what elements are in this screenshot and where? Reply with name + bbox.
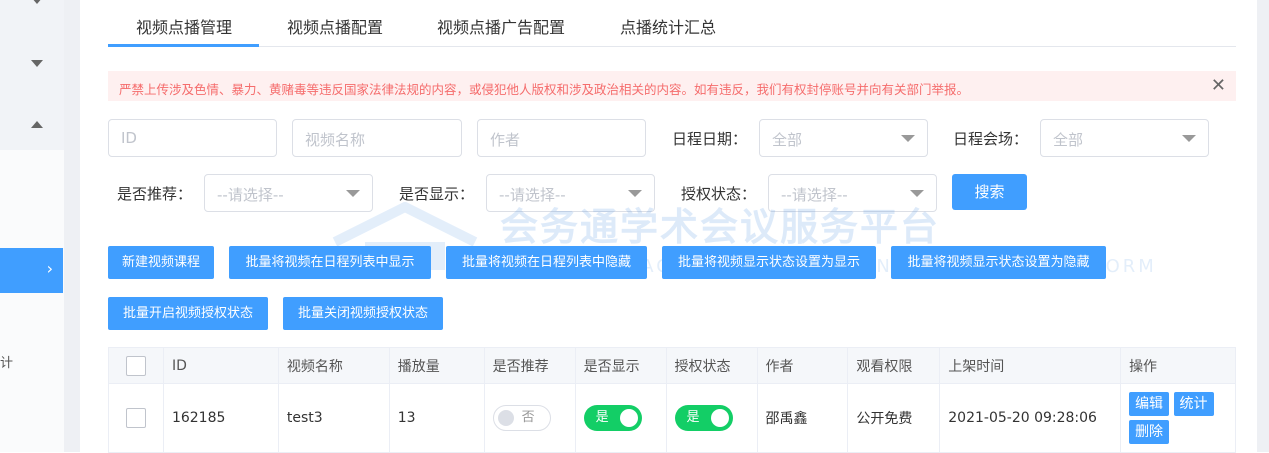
display-label: 是否显示： xyxy=(399,185,475,203)
sidebar: › 计 xyxy=(0,0,64,452)
column-header: 是否推荐 xyxy=(483,347,576,384)
batch-set-display-show-button[interactable]: 批量将视频显示状态设置为显示 xyxy=(662,246,876,279)
caret-down-icon xyxy=(901,135,915,142)
cell-auth: 是 xyxy=(665,383,758,453)
new-video-course-button[interactable]: 新建视频课程 xyxy=(108,246,214,279)
schedule-venue-value: 全部 xyxy=(1053,131,1084,149)
delete-button[interactable]: 删除 xyxy=(1129,420,1170,444)
chevron-right-icon: › xyxy=(46,259,53,278)
tab-vod-stats[interactable]: 点播统计汇总 xyxy=(620,14,716,38)
edit-button[interactable]: 编辑 xyxy=(1129,392,1170,416)
cell-display: 是 xyxy=(574,383,667,453)
author-input[interactable]: 作者 xyxy=(477,119,646,157)
switch-text: 是 xyxy=(595,410,609,425)
search-button[interactable]: 搜索 xyxy=(952,174,1027,210)
batch-set-display-hide-button[interactable]: 批量将视频显示状态设置为隐藏 xyxy=(891,246,1106,279)
select-all-checkbox[interactable] xyxy=(125,355,146,376)
batch-hide-in-schedule-button[interactable]: 批量将视频在日程列表中隐藏 xyxy=(446,246,647,279)
recommend-value: --请选择-- xyxy=(217,186,284,204)
schedule-date-label: 日程日期： xyxy=(672,130,748,148)
sidebar-item-active[interactable]: › xyxy=(0,248,63,293)
auth-switch[interactable]: 是 xyxy=(674,405,733,431)
tab-active-indicator xyxy=(108,44,259,47)
cell-ops: 编辑 统计 删除 xyxy=(1120,383,1236,453)
id-input[interactable]: ID xyxy=(108,119,277,157)
cell-author: 邵禹鑫 xyxy=(756,383,849,453)
caret-down-icon xyxy=(1182,135,1196,142)
gutter-right xyxy=(1257,0,1269,452)
cell-plays: 13 xyxy=(388,383,485,453)
alert-text: 严禁上传涉及色情、暴力、黄赌毒等违反国家法律法规的内容，或侵犯他人版权和涉及政治… xyxy=(119,82,970,97)
switch-knob xyxy=(497,410,514,426)
switch-knob xyxy=(619,409,638,427)
gutter xyxy=(64,0,80,452)
table-row: 162185 test3 13 否 是 是 邵禹鑫 公开免费 2021-05-2… xyxy=(108,383,1236,453)
cell-recommend: 否 xyxy=(483,383,576,453)
column-header: 上架时间 xyxy=(939,347,1122,384)
row-select-cell xyxy=(108,383,164,453)
sidebar-item-label[interactable]: 计 xyxy=(0,352,13,371)
tab-vod-ad-config[interactable]: 视频点播广告配置 xyxy=(437,14,565,38)
switch-text: 是 xyxy=(686,410,700,425)
warning-alert: 严禁上传涉及色情、暴力、黄赌毒等违反国家法律法规的内容，或侵犯他人版权和涉及政治… xyxy=(108,71,1236,101)
video-name-input[interactable]: 视频名称 xyxy=(292,119,462,157)
batch-show-in-schedule-button[interactable]: 批量将视频在日程列表中显示 xyxy=(229,246,431,279)
batch-disable-auth-button[interactable]: 批量关闭视频授权状态 xyxy=(283,297,443,330)
display-switch[interactable]: 是 xyxy=(583,405,642,431)
column-header: 作者 xyxy=(756,347,849,384)
chevron-down-icon[interactable] xyxy=(31,60,43,67)
chevron-up-icon[interactable] xyxy=(31,121,43,128)
column-header: 视频名称 xyxy=(277,347,390,384)
display-value: --请选择-- xyxy=(499,186,566,204)
column-header: 是否显示 xyxy=(574,347,667,384)
schedule-date-value: 全部 xyxy=(772,131,803,149)
sidebar-submenu xyxy=(0,150,64,452)
cell-id: 162185 xyxy=(162,383,279,453)
recommend-label: 是否推荐： xyxy=(117,185,193,203)
recommend-switch[interactable]: 否 xyxy=(492,405,551,431)
select-all-cell xyxy=(108,347,164,384)
column-header: 播放量 xyxy=(388,347,485,384)
auth-status-label: 授权状态： xyxy=(681,185,757,203)
cell-name: test3 xyxy=(277,383,390,453)
cell-time: 2021-05-20 09:28:06 xyxy=(939,383,1122,453)
recommend-select[interactable]: --请选择-- xyxy=(204,174,373,212)
row-checkbox[interactable] xyxy=(125,408,146,428)
tab-vod-management[interactable]: 视频点播管理 xyxy=(136,14,232,38)
display-select[interactable]: --请选择-- xyxy=(486,174,655,212)
schedule-date-select[interactable]: 全部 xyxy=(759,119,928,157)
caret-down-icon xyxy=(346,190,360,197)
column-header: 操作 xyxy=(1120,347,1236,384)
switch-text: 否 xyxy=(521,410,535,425)
schedule-venue-label: 日程会场： xyxy=(953,130,1029,148)
schedule-venue-select[interactable]: 全部 xyxy=(1040,119,1209,157)
video-table: ID 视频名称 播放量 是否推荐 是否显示 授权状态 作者 观看权限 上架时间 … xyxy=(108,347,1236,453)
stats-button[interactable]: 统计 xyxy=(1173,392,1214,416)
caret-down-icon xyxy=(910,190,924,197)
switch-knob xyxy=(710,409,729,427)
column-header: ID xyxy=(162,347,279,384)
table-header-row: ID 视频名称 播放量 是否推荐 是否显示 授权状态 作者 观看权限 上架时间 … xyxy=(108,347,1236,384)
column-header: 观看权限 xyxy=(847,347,941,384)
caret-down-icon xyxy=(628,190,642,197)
close-icon[interactable]: ✕ xyxy=(1211,75,1226,96)
tab-vod-config[interactable]: 视频点播配置 xyxy=(287,14,383,38)
batch-enable-auth-button[interactable]: 批量开启视频授权状态 xyxy=(108,297,268,330)
column-header: 授权状态 xyxy=(665,347,758,384)
auth-status-value: --请选择-- xyxy=(781,186,848,204)
chevron-down-icon[interactable] xyxy=(31,0,43,4)
auth-status-select[interactable]: --请选择-- xyxy=(768,174,937,212)
cell-permission: 公开免费 xyxy=(847,383,941,453)
